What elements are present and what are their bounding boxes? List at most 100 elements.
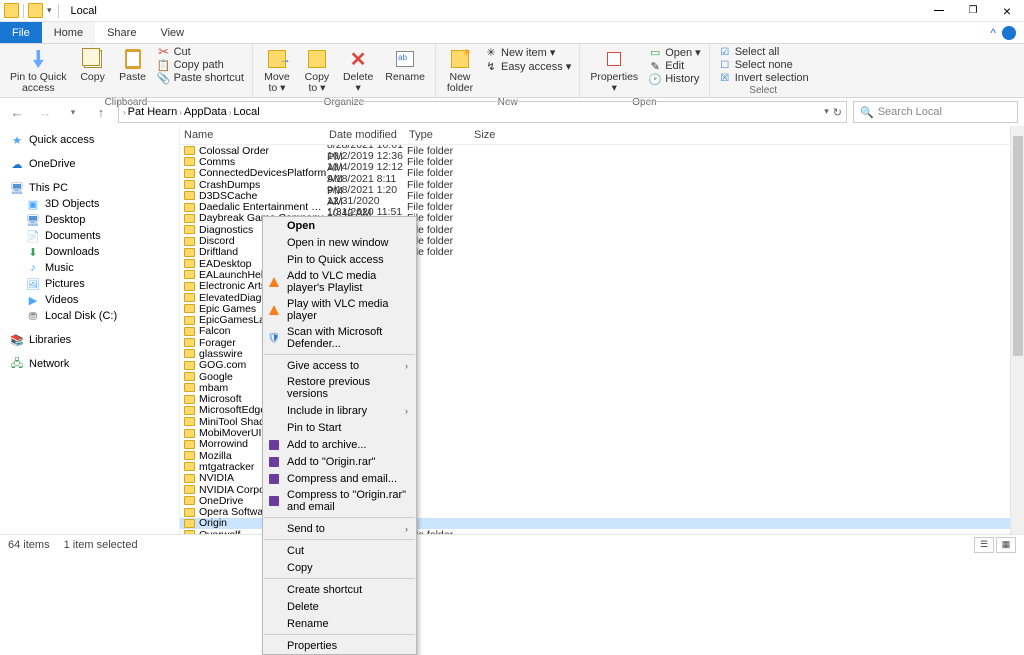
col-name[interactable]: Name [184,129,329,141]
table-row[interactable]: Comms10/2/2019 12:36 AMFile folder [180,156,1024,167]
select-all-button[interactable]: ☑Select all [716,46,811,58]
crumb[interactable]: Local [233,106,259,118]
ctx-create-shortcut[interactable]: Create shortcut [263,581,416,598]
copy-button[interactable]: Copy [75,46,111,85]
table-row[interactable]: CrashDumps9/18/2021 8:11 PMFile folder [180,179,1024,190]
open-button[interactable]: ▭Open ▾ [646,46,703,59]
edit-button[interactable]: ✎Edit [646,60,703,72]
separator [264,539,415,540]
copy-path-button[interactable]: 📋Copy path [155,59,246,71]
ctx-rename[interactable]: Rename [263,615,416,632]
new-folder-button[interactable]: New folder [442,46,478,96]
ctx-copy[interactable]: Copy [263,559,416,576]
ctx-open-new-window[interactable]: Open in new window [263,234,416,251]
table-row[interactable]: D3DSCache9/18/2021 1:20 AMFile folder [180,190,1024,201]
table-row[interactable]: Colossal Order8/28/2021 10:01 PMFile fol… [180,145,1024,156]
pin-to-quick-access-button[interactable]: Pin to Quick access [6,46,71,96]
chevron-down-icon[interactable]: ▾ [45,5,54,16]
delete-button[interactable]: ✕Delete ▾ [339,46,377,96]
history-icon: 🕑 [648,73,662,85]
ctx-pin-quick-access[interactable]: Pin to Quick access [263,251,416,268]
nav-libraries[interactable]: 📚Libraries [0,332,179,348]
ctx-give-access[interactable]: Give access to› [263,357,416,374]
ctx-pin-start[interactable]: Pin to Start [263,419,416,436]
folder-icon[interactable] [28,3,43,18]
copy-to-button[interactable]: Copy to ▾ [299,46,335,96]
crumb[interactable]: Pat Hearn› [128,106,182,118]
nav-documents[interactable]: 📄Documents [0,228,179,244]
properties-button[interactable]: Properties ▾ [586,46,642,96]
select-none-button[interactable]: ☐Select none [716,59,811,71]
folder-icon [184,225,195,234]
search-input[interactable]: 🔍 Search Local [853,101,1018,123]
cut-icon: ✂ [157,46,171,58]
up-button[interactable]: ↑ [90,101,112,123]
ctx-include-library[interactable]: Include in library› [263,402,416,419]
cut-button[interactable]: ✂Cut [155,46,246,58]
table-row[interactable]: Daedalic Entertainment GmbH12/31/2020 10… [180,201,1024,212]
ctx-send-to[interactable]: Send to› [263,520,416,537]
nav-network[interactable]: 🖧Network [0,356,179,372]
ctx-delete[interactable]: Delete [263,598,416,615]
details-view-button[interactable]: ☰ [974,537,994,553]
address-bar[interactable]: › Pat Hearn› AppData› Local ▾ ↻ [118,101,847,123]
nav-videos[interactable]: ▶Videos [0,292,179,308]
ctx-restore[interactable]: Restore previous versions [263,374,416,402]
forward-button[interactable]: → [34,101,56,123]
ctx-open[interactable]: Open [263,217,416,234]
separator [23,4,24,18]
nav-quick-access[interactable]: ★Quick access [0,132,179,148]
back-button[interactable]: ← [6,101,28,123]
new-item-button[interactable]: ✳New item ▾ [482,46,573,59]
ctx-cut[interactable]: Cut [263,542,416,559]
folder-icon [184,406,195,415]
move-to-button[interactable]: Move to ▾ [259,46,295,96]
minimize-button[interactable]: — [922,0,956,22]
help-icon[interactable]: ? [1002,26,1016,40]
close-button[interactable]: × [990,0,1024,22]
ctx-defender[interactable]: 🛡Scan with Microsoft Defender... [263,324,416,352]
col-size[interactable]: Size [474,129,514,141]
ctx-vlc-play[interactable]: Play with VLC media player [263,296,416,324]
refresh-icon[interactable]: ↻ [833,106,842,119]
chevron-right-icon[interactable]: › [123,108,126,117]
col-type[interactable]: Type [409,129,474,141]
nav-3d-objects[interactable]: ▣3D Objects [0,196,179,212]
paste-button[interactable]: Paste [115,46,151,85]
folder-icon [184,180,195,189]
pin-icon [29,50,47,68]
maximize-button[interactable]: ❐ [956,0,990,22]
folder-icon [184,293,195,302]
easy-access-button[interactable]: ↯Easy access ▾ [482,60,573,73]
table-row[interactable]: ConnectedDevicesPlatform10/4/2019 12:12 … [180,168,1024,179]
tab-view[interactable]: View [148,22,196,43]
nav-desktop[interactable]: 🖥Desktop [0,212,179,228]
history-button[interactable]: 🕑History [646,73,703,85]
ctx-vlc-add[interactable]: Add to VLC media player's Playlist [263,268,416,296]
nav-pictures[interactable]: 🖼Pictures [0,276,179,292]
icons-view-button[interactable]: ▦ [996,537,1016,553]
tab-file[interactable]: File [0,22,42,43]
ctx-properties[interactable]: Properties [263,637,416,654]
col-date[interactable]: Date modified [329,129,409,141]
scrollbar[interactable] [1010,126,1024,540]
nav-music[interactable]: ♪Music [0,260,179,276]
ctx-compress-origin-email[interactable]: Compress to "Origin.rar" and email [263,487,416,515]
tab-share[interactable]: Share [95,22,148,43]
nav-onedrive[interactable]: ☁OneDrive [0,156,179,172]
recent-button[interactable]: ▾ [62,101,84,123]
ctx-add-archive[interactable]: Add to archive... [263,436,416,453]
nav-this-pc[interactable]: 🖥This PC [0,180,179,196]
ctx-compress-email[interactable]: Compress and email... [263,470,416,487]
ctx-add-origin-rar[interactable]: Add to "Origin.rar" [263,453,416,470]
crumb[interactable]: AppData› [184,106,231,118]
paste-shortcut-button[interactable]: 📎Paste shortcut [155,72,246,84]
invert-selection-button[interactable]: ☒Invert selection [716,72,811,84]
scroll-thumb[interactable] [1013,136,1023,356]
rename-button[interactable]: Rename [381,46,429,85]
nav-local-disk[interactable]: ⛃Local Disk (C:) [0,308,179,324]
tab-home[interactable]: Home [42,22,95,43]
dropdown-icon[interactable]: ▾ [824,106,829,119]
nav-downloads[interactable]: ⬇Downloads [0,244,179,260]
chevron-up-icon[interactable]: ^ [990,26,996,40]
